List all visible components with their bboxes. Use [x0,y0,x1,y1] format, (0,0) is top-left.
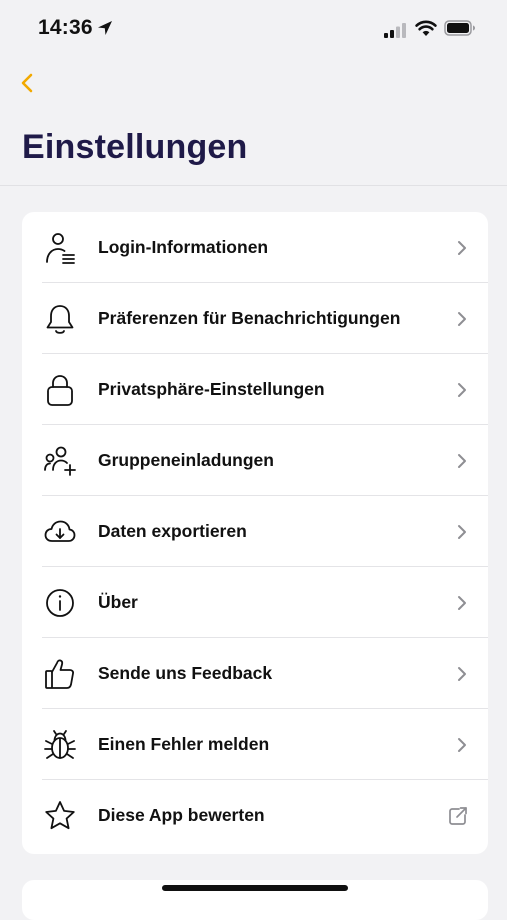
status-bar: 14:36 [0,0,507,60]
settings-item-feedback[interactable]: Sende uns Feedback [22,638,488,709]
battery-icon [444,20,475,36]
bug-icon [44,730,76,759]
thumbs-up-icon [45,659,74,689]
settings-item-notification-preferences[interactable]: Präferenzen für Benachrichtigungen [22,283,488,354]
header-divider [0,185,507,186]
chevron-right-icon [458,525,466,539]
settings-item-label: Über [98,592,138,612]
home-indicator[interactable] [162,885,348,891]
info-icon [46,589,74,617]
settings-item-login-information[interactable]: Login-Informationen [22,212,488,283]
chevron-right-icon [458,667,466,681]
settings-item-group-invitations[interactable]: Gruppeneinladungen [22,425,488,496]
settings-item-label: Einen Fehler melden [98,734,270,754]
external-link-icon [449,807,467,825]
settings-item-label: Diese App bewerten [98,805,265,825]
settings-item-label: Gruppeneinladungen [98,450,274,470]
back-button[interactable] [14,66,44,100]
user-details-icon [46,233,75,264]
bell-icon [46,305,74,334]
lock-icon [47,375,73,406]
settings-item-export-data[interactable]: Daten exportieren [22,496,488,567]
settings-list: Login-Informationen Präferenzen für Bena… [22,212,488,854]
settings-item-label: Privatsphäre-Einstellungen [98,379,325,399]
settings-item-label: Präferenzen für Benachrichtigungen [98,308,401,328]
chevron-right-icon [458,454,466,468]
settings-item-privacy-settings[interactable]: Privatsphäre-Einstellungen [22,354,488,425]
chevron-right-icon [458,596,466,610]
chevron-right-icon [458,383,466,397]
page-title: Einstellungen [22,128,248,166]
chevron-right-icon [458,312,466,326]
chevron-right-icon [458,738,466,752]
status-time: 14:36 [38,16,93,39]
settings-item-about[interactable]: Über [22,567,488,638]
cloud-download-icon [44,520,76,542]
location-arrow-icon [98,21,112,35]
settings-item-label: Sende uns Feedback [98,663,273,683]
star-icon [45,801,75,830]
settings-item-label: Login-Informationen [98,237,269,257]
wifi-icon [415,20,437,36]
chevron-right-icon [458,241,466,255]
group-add-icon [44,446,76,476]
chevron-left-icon [21,73,33,93]
settings-item-rate-app[interactable]: Diese App bewerten [22,780,488,851]
cellular-signal-icon [384,23,406,38]
settings-item-label: Daten exportieren [98,521,247,541]
settings-item-report-bug[interactable]: Einen Fehler melden [22,709,488,780]
